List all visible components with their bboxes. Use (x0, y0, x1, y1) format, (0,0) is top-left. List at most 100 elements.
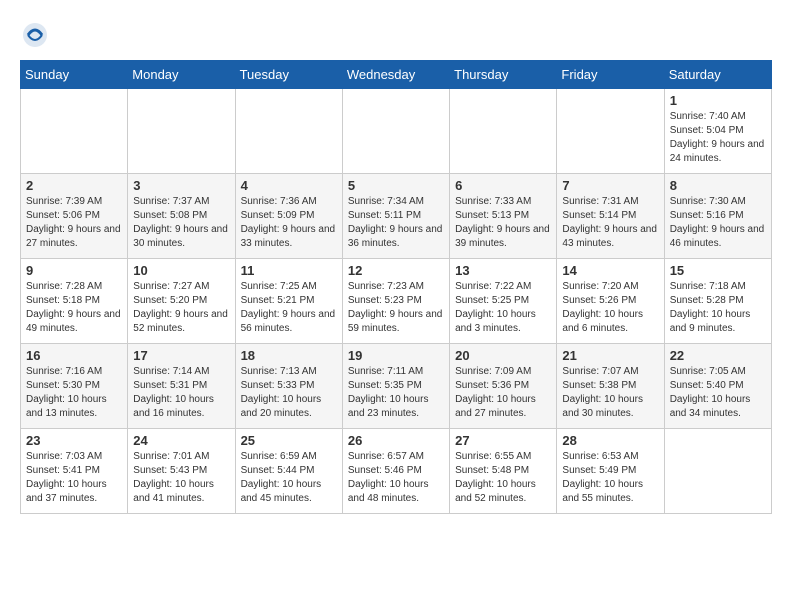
day-info: Sunrise: 7:20 AM Sunset: 5:26 PM Dayligh… (562, 280, 658, 336)
calendar-cell (557, 89, 664, 174)
day-info: Sunrise: 6:55 AM Sunset: 5:48 PM Dayligh… (455, 450, 551, 506)
calendar-cell (235, 89, 342, 174)
day-info: Sunrise: 7:36 AM Sunset: 5:09 PM Dayligh… (241, 195, 337, 251)
day-number: 11 (241, 263, 337, 278)
calendar-cell: 1 Sunrise: 7:40 AM Sunset: 5:04 PM Daylig… (664, 89, 771, 174)
day-info: Sunrise: 7:40 AM Sunset: 5:04 PM Dayligh… (670, 110, 766, 166)
calendar-cell: 20 Sunrise: 7:09 AM Sunset: 5:36 PM Dayli… (450, 344, 557, 429)
calendar-cell: 25 Sunrise: 6:59 AM Sunset: 5:44 PM Dayli… (235, 429, 342, 514)
calendar-cell: 19 Sunrise: 7:11 AM Sunset: 5:35 PM Dayli… (342, 344, 449, 429)
calendar-header-row: SundayMondayTuesdayWednesdayThursdayFrid… (21, 61, 772, 89)
day-info: Sunrise: 6:53 AM Sunset: 5:49 PM Dayligh… (562, 450, 658, 506)
calendar-week-4: 23 Sunrise: 7:03 AM Sunset: 5:41 PM Dayli… (21, 429, 772, 514)
day-number: 22 (670, 348, 766, 363)
calendar-cell: 7 Sunrise: 7:31 AM Sunset: 5:14 PM Daylig… (557, 174, 664, 259)
page-header (20, 20, 772, 50)
day-number: 5 (348, 178, 444, 193)
calendar-week-2: 9 Sunrise: 7:28 AM Sunset: 5:18 PM Daylig… (21, 259, 772, 344)
day-number: 3 (133, 178, 229, 193)
calendar-cell: 27Sunrise: 6:55 AM Sunset: 5:48 PM Dayli… (450, 429, 557, 514)
day-number: 15 (670, 263, 766, 278)
day-info: Sunrise: 7:27 AM Sunset: 5:20 PM Dayligh… (133, 280, 229, 336)
weekday-header-sunday: Sunday (21, 61, 128, 89)
calendar-cell (664, 429, 771, 514)
calendar-cell: 13 Sunrise: 7:22 AM Sunset: 5:25 PM Dayli… (450, 259, 557, 344)
weekday-header-friday: Friday (557, 61, 664, 89)
weekday-header-monday: Monday (128, 61, 235, 89)
day-info: Sunrise: 7:01 AM Sunset: 5:43 PM Dayligh… (133, 450, 229, 506)
calendar-cell: 18 Sunrise: 7:13 AM Sunset: 5:33 PM Dayli… (235, 344, 342, 429)
day-info: Sunrise: 7:37 AM Sunset: 5:08 PM Dayligh… (133, 195, 229, 251)
day-info: Sunrise: 7:18 AM Sunset: 5:28 PM Dayligh… (670, 280, 766, 336)
day-info: Sunrise: 7:09 AM Sunset: 5:36 PM Dayligh… (455, 365, 551, 421)
day-number: 21 (562, 348, 658, 363)
calendar-cell: 23 Sunrise: 7:03 AM Sunset: 5:41 PM Dayli… (21, 429, 128, 514)
day-number: 17 (133, 348, 229, 363)
day-info: Sunrise: 7:30 AM Sunset: 5:16 PM Dayligh… (670, 195, 766, 251)
day-info: Sunrise: 7:25 AM Sunset: 5:21 PM Dayligh… (241, 280, 337, 336)
day-number: 23 (26, 433, 122, 448)
calendar-cell: 16 Sunrise: 7:16 AM Sunset: 5:30 PM Dayli… (21, 344, 128, 429)
calendar-cell (450, 89, 557, 174)
day-number: 16 (26, 348, 122, 363)
day-number: 2 (26, 178, 122, 193)
calendar-cell: 24 Sunrise: 7:01 AM Sunset: 5:43 PM Dayli… (128, 429, 235, 514)
logo (20, 20, 54, 50)
day-number: 8 (670, 178, 766, 193)
day-info: Sunrise: 7:11 AM Sunset: 5:35 PM Dayligh… (348, 365, 444, 421)
day-number: 12 (348, 263, 444, 278)
day-number: 4 (241, 178, 337, 193)
calendar-cell: 17 Sunrise: 7:14 AM Sunset: 5:31 PM Dayli… (128, 344, 235, 429)
weekday-header-wednesday: Wednesday (342, 61, 449, 89)
day-number: 20 (455, 348, 551, 363)
calendar-cell: 11 Sunrise: 7:25 AM Sunset: 5:21 PM Dayli… (235, 259, 342, 344)
day-number: 7 (562, 178, 658, 193)
calendar-cell: 6Sunrise: 7:33 AM Sunset: 5:13 PM Daylig… (450, 174, 557, 259)
day-number: 10 (133, 263, 229, 278)
day-info: Sunrise: 7:34 AM Sunset: 5:11 PM Dayligh… (348, 195, 444, 251)
day-number: 28 (562, 433, 658, 448)
day-number: 19 (348, 348, 444, 363)
weekday-header-tuesday: Tuesday (235, 61, 342, 89)
day-number: 25 (241, 433, 337, 448)
logo-icon (20, 20, 50, 50)
day-info: Sunrise: 6:57 AM Sunset: 5:46 PM Dayligh… (348, 450, 444, 506)
day-number: 18 (241, 348, 337, 363)
day-info: Sunrise: 6:59 AM Sunset: 5:44 PM Dayligh… (241, 450, 337, 506)
calendar-table: SundayMondayTuesdayWednesdayThursdayFrid… (20, 60, 772, 514)
calendar-cell: 10 Sunrise: 7:27 AM Sunset: 5:20 PM Dayli… (128, 259, 235, 344)
calendar-cell: 9 Sunrise: 7:28 AM Sunset: 5:18 PM Daylig… (21, 259, 128, 344)
day-info: Sunrise: 7:31 AM Sunset: 5:14 PM Dayligh… (562, 195, 658, 251)
calendar-cell: 2Sunrise: 7:39 AM Sunset: 5:06 PM Daylig… (21, 174, 128, 259)
calendar-cell: 21Sunrise: 7:07 AM Sunset: 5:38 PM Dayli… (557, 344, 664, 429)
day-number: 9 (26, 263, 122, 278)
calendar-cell: 15 Sunrise: 7:18 AM Sunset: 5:28 PM Dayli… (664, 259, 771, 344)
day-number: 24 (133, 433, 229, 448)
calendar-cell: 26 Sunrise: 6:57 AM Sunset: 5:46 PM Dayli… (342, 429, 449, 514)
calendar-cell: 12Sunrise: 7:23 AM Sunset: 5:23 PM Dayli… (342, 259, 449, 344)
day-info: Sunrise: 7:16 AM Sunset: 5:30 PM Dayligh… (26, 365, 122, 421)
calendar-cell (342, 89, 449, 174)
day-number: 13 (455, 263, 551, 278)
calendar-cell (21, 89, 128, 174)
day-info: Sunrise: 7:14 AM Sunset: 5:31 PM Dayligh… (133, 365, 229, 421)
weekday-header-saturday: Saturday (664, 61, 771, 89)
day-number: 1 (670, 93, 766, 108)
calendar-cell: 14 Sunrise: 7:20 AM Sunset: 5:26 PM Dayli… (557, 259, 664, 344)
calendar-week-3: 16 Sunrise: 7:16 AM Sunset: 5:30 PM Dayli… (21, 344, 772, 429)
day-info: Sunrise: 7:33 AM Sunset: 5:13 PM Dayligh… (455, 195, 551, 251)
day-number: 26 (348, 433, 444, 448)
calendar-cell: 28 Sunrise: 6:53 AM Sunset: 5:49 PM Dayli… (557, 429, 664, 514)
day-info: Sunrise: 7:03 AM Sunset: 5:41 PM Dayligh… (26, 450, 122, 506)
day-info: Sunrise: 7:05 AM Sunset: 5:40 PM Dayligh… (670, 365, 766, 421)
day-info: Sunrise: 7:13 AM Sunset: 5:33 PM Dayligh… (241, 365, 337, 421)
calendar-cell: 8 Sunrise: 7:30 AM Sunset: 5:16 PM Daylig… (664, 174, 771, 259)
day-info: Sunrise: 7:22 AM Sunset: 5:25 PM Dayligh… (455, 280, 551, 336)
calendar-cell: 5 Sunrise: 7:34 AM Sunset: 5:11 PM Daylig… (342, 174, 449, 259)
calendar-cell: 3 Sunrise: 7:37 AM Sunset: 5:08 PM Daylig… (128, 174, 235, 259)
calendar-cell (128, 89, 235, 174)
calendar-week-0: 1 Sunrise: 7:40 AM Sunset: 5:04 PM Daylig… (21, 89, 772, 174)
day-number: 14 (562, 263, 658, 278)
calendar-cell: 4 Sunrise: 7:36 AM Sunset: 5:09 PM Daylig… (235, 174, 342, 259)
day-info: Sunrise: 7:28 AM Sunset: 5:18 PM Dayligh… (26, 280, 122, 336)
